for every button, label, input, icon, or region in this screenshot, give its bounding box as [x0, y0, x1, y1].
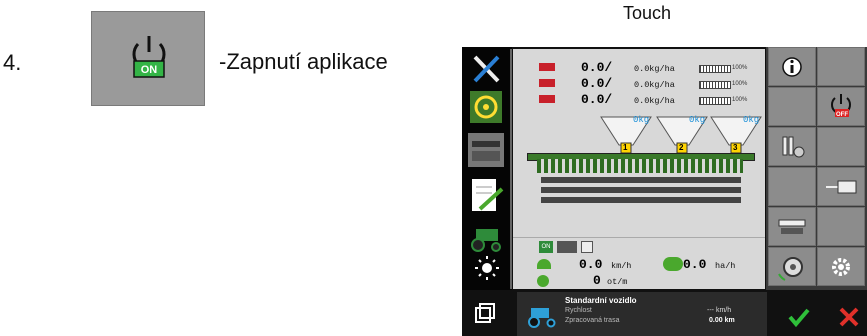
- tank-number: 3: [733, 143, 738, 152]
- on-badge-label: ON: [141, 64, 158, 76]
- info-icon: [782, 57, 802, 77]
- wheel-rotation-icon: [778, 257, 803, 281]
- step-number: 4.: [3, 50, 22, 75]
- vehicle-track-label: Zpracovaná trasa: [565, 317, 620, 324]
- empty-button[interactable]: [817, 127, 865, 166]
- vehicle-speed-label: Rychlost: [565, 307, 592, 314]
- roller-row: [541, 177, 741, 183]
- seeding-units: [537, 159, 743, 173]
- tank-amount: 0kg: [689, 115, 706, 125]
- power-off-icon: OFF: [831, 94, 851, 118]
- rpm-value: 0: [593, 273, 601, 288]
- tank-amount: 0kg: [743, 115, 760, 125]
- settings-button[interactable]: [817, 247, 865, 286]
- empty-button[interactable]: [817, 207, 865, 246]
- wheel-button[interactable]: [768, 247, 816, 286]
- speed-value: 0.0: [579, 257, 603, 272]
- steering-wheel-icon[interactable]: [462, 87, 512, 127]
- hopper-icon: [539, 79, 555, 87]
- rate-percent: 100%: [732, 81, 748, 87]
- speedometer-icon: [537, 259, 551, 269]
- cancel-icon[interactable]: [836, 304, 862, 330]
- tank-number: 1: [623, 143, 628, 152]
- speed-unit: km/h: [611, 261, 632, 271]
- area-rate-unit: ha/h: [715, 261, 736, 271]
- seed-settings-button[interactable]: [768, 127, 816, 166]
- roller-row: [541, 197, 741, 203]
- tank-number: 2: [679, 143, 684, 152]
- hydraulics-button[interactable]: [817, 167, 865, 206]
- seeder-calibration-icon: [778, 219, 806, 234]
- rate-percent: 100%: [732, 65, 748, 71]
- info-button[interactable]: [768, 47, 816, 86]
- rate-gauge: [699, 81, 731, 89]
- accept-icon[interactable]: [786, 304, 812, 330]
- area-timer-icon: [663, 257, 683, 271]
- area-rate-value: 0.0: [683, 257, 707, 272]
- vehicle-title: Standardní vozidlo: [565, 296, 637, 305]
- status-on-badge: ON: [539, 241, 553, 253]
- power-on-icon: ON: [132, 36, 166, 78]
- instruction-text: -Zapnutí aplikace: [219, 49, 388, 74]
- roller-row: [541, 187, 741, 193]
- rpm-unit: ot/m: [607, 277, 628, 287]
- rate-per-ha: 0.0kg/ha: [634, 80, 675, 90]
- fan-icon: [537, 275, 549, 287]
- rate-value: 0.0/: [581, 60, 613, 75]
- rate-gauge: [699, 65, 731, 73]
- vehicle-tractor-icon: [528, 308, 556, 328]
- vehicle-panel[interactable]: Standardní vozidlo Rychlost Zpracovaná t…: [517, 292, 767, 336]
- rate-per-ha: 0.0kg/ha: [634, 96, 675, 106]
- gear-icon: [832, 258, 850, 276]
- rate-gauge: [699, 97, 731, 105]
- vehicle-track-value: 0.00 km: [709, 317, 735, 324]
- rate-per-ha: 0.0kg/ha: [634, 64, 675, 74]
- seed-gear-icon: [782, 136, 805, 158]
- empty-button[interactable]: [768, 87, 816, 126]
- hopper-icon: [539, 95, 555, 103]
- notepad-icon[interactable]: [462, 175, 512, 215]
- brightness-icon[interactable]: [470, 253, 504, 283]
- tank-amount: 0kg: [633, 115, 650, 125]
- off-badge-label: OFF: [836, 112, 848, 118]
- main-display: 0.0/ 0.0kg/ha 100% 0.0/ 0.0kg/ha 100% 0.…: [513, 49, 765, 289]
- left-bar-divider: [510, 49, 512, 289]
- app-on-button[interactable]: ON: [91, 11, 205, 106]
- empty-button[interactable]: [768, 167, 816, 206]
- rate-value: 0.0/: [581, 92, 613, 107]
- section-status-icon: [581, 241, 593, 253]
- seeder-icon[interactable]: [462, 131, 512, 171]
- empty-button[interactable]: [817, 47, 865, 86]
- calibration-button[interactable]: [768, 207, 816, 246]
- window-switch-icon[interactable]: [474, 302, 496, 324]
- terminal-label: Touch: [623, 3, 672, 23]
- right-button-panel: OFF: [766, 47, 867, 290]
- rate-percent: 100%: [732, 97, 748, 103]
- hydraulic-cylinder-icon: [826, 180, 857, 194]
- tools-icon[interactable]: [462, 49, 512, 89]
- rate-value: 0.0/: [581, 76, 613, 91]
- divider: [513, 237, 765, 238]
- seeder-status-icon: [557, 241, 577, 253]
- vehicle-speed-value: --- km/h: [707, 307, 732, 314]
- app-off-button[interactable]: OFF: [817, 87, 865, 126]
- hopper-icon: [539, 63, 555, 71]
